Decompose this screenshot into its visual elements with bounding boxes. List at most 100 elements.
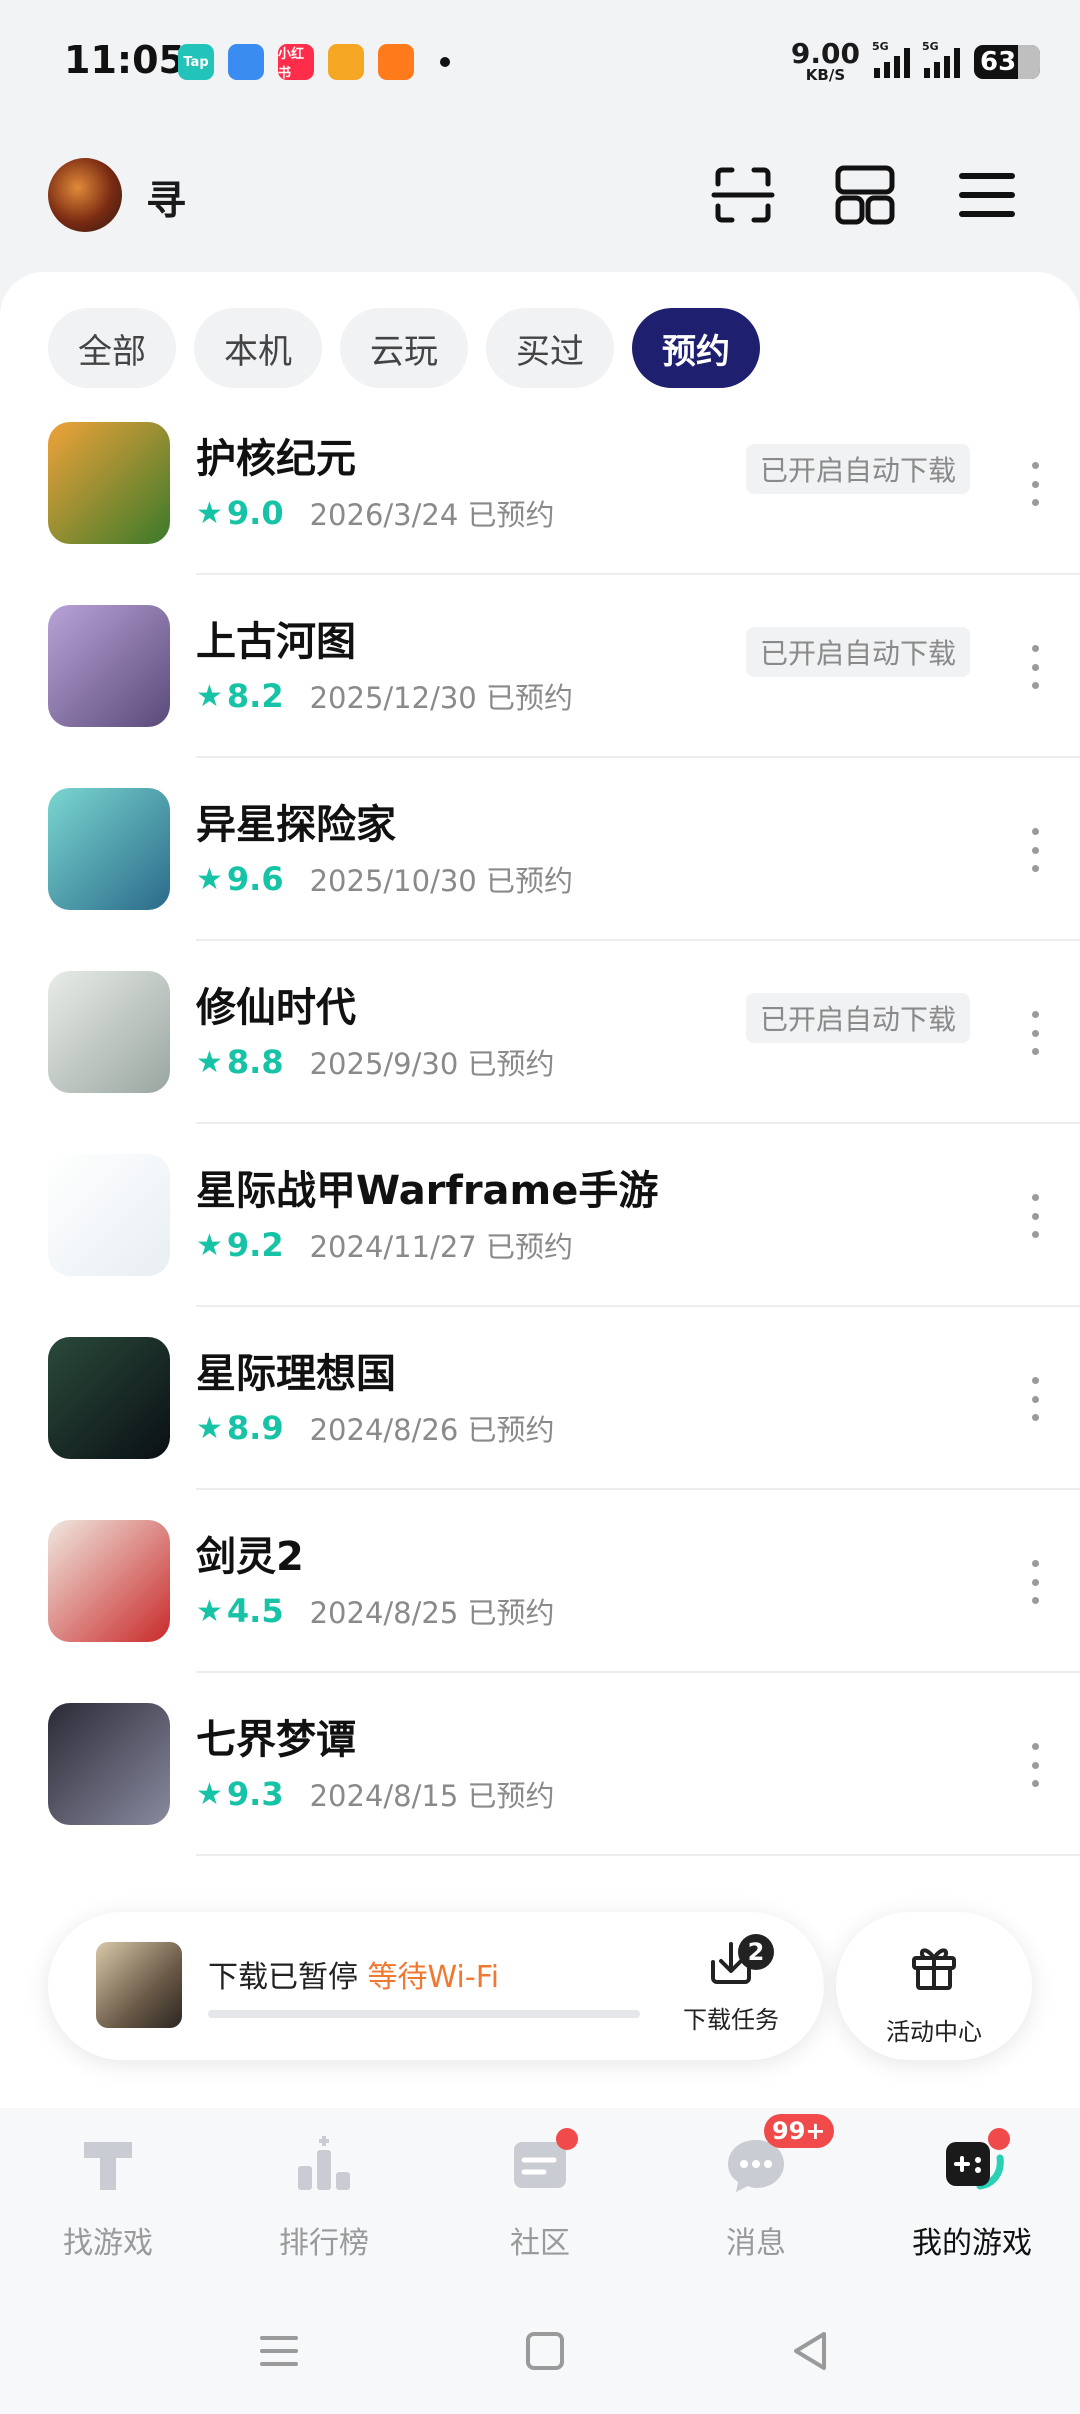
game-row[interactable]: 异星探险家 ★ 9.6 2025/10/30 已预约	[0, 758, 1080, 941]
reserve-date: 2026/3/24 已预约	[309, 498, 555, 532]
tab-1[interactable]: 本机	[194, 308, 322, 388]
more-options-icon[interactable]	[1020, 1003, 1050, 1063]
more-options-icon[interactable]	[1020, 1552, 1050, 1612]
more-options-icon[interactable]	[1020, 454, 1050, 514]
auto-download-badge: 已开启自动下载	[745, 993, 970, 1043]
nav-item-4[interactable]: 我的游戏	[864, 2128, 1080, 2278]
star-icon: ★	[196, 1227, 223, 1263]
game-row[interactable]: 七界梦谭 ★ 9.3 2024/8/15 已预约	[0, 1673, 1080, 1856]
star-icon: ★	[196, 1410, 223, 1446]
more-options-icon[interactable]	[1020, 1369, 1050, 1429]
more-options-icon[interactable]	[1020, 1735, 1050, 1795]
game-row[interactable]: 上古河图 ★ 8.2 2025/12/30 已预约 已开启自动下载	[0, 575, 1080, 758]
game-meta: ★ 8.9 2024/8/26 已预约	[196, 1407, 555, 1449]
nav-label: 排行榜	[279, 2226, 369, 2261]
home-icon[interactable]	[522, 2328, 568, 2374]
game-row[interactable]: 星际战甲Warframe手游 ★ 9.2 2024/11/27 已预约	[0, 1124, 1080, 1307]
scan-icon[interactable]	[710, 162, 776, 228]
game-icon[interactable]	[48, 605, 170, 727]
reserved-game-list: 护核纪元 ★ 9.0 2026/3/24 已预约 已开启自动下载 上古河图 ★ 8.2 2025…	[0, 422, 1080, 2082]
game-score: 9.6	[226, 860, 284, 898]
game-icon[interactable]	[48, 788, 170, 910]
game-row[interactable]: 剑灵2 ★ 4.5 2024/8/25 已预约	[0, 1490, 1080, 1673]
game-name: 修仙时代	[196, 985, 356, 1031]
filter-tabs: 全部 本机 云玩 买过 预约	[48, 308, 760, 388]
game-meta: ★ 9.3 2024/8/15 已预约	[196, 1773, 555, 1815]
nav-item-3[interactable]: 99+ 消息	[648, 2114, 864, 2278]
bottom-nav: 找游戏 排行榜 社区 99+ 消息 我的游戏	[0, 2108, 1080, 2288]
gift-icon	[912, 1948, 956, 1990]
taptap-icon: Tap	[178, 44, 214, 80]
community-icon	[504, 2128, 578, 2200]
tab-3[interactable]: 买过	[486, 308, 614, 388]
avatar[interactable]	[48, 158, 122, 232]
tab-2[interactable]: 云玩	[340, 308, 468, 388]
game-icon[interactable]	[48, 971, 170, 1093]
game-name: 七界梦谭	[196, 1717, 356, 1763]
more-options-icon[interactable]	[1020, 820, 1050, 880]
game-meta: ★ 9.6 2025/10/30 已预约	[196, 858, 573, 900]
download-status-text: 下载已暂停 等待Wi-Fi	[208, 1960, 500, 1995]
download-progress-bar	[208, 2010, 640, 2018]
recents-icon[interactable]	[256, 2328, 302, 2374]
game-score: 9.2	[226, 1226, 284, 1264]
weibo-icon	[328, 44, 364, 80]
game-meta: ★ 9.2 2024/11/27 已预约	[196, 1224, 573, 1266]
notification-icons: Tap 小红书	[178, 44, 450, 81]
nav-item-0[interactable]: 找游戏	[0, 2128, 216, 2278]
game-row[interactable]: 修仙时代 ★ 8.8 2025/9/30 已预约 已开启自动下载	[0, 941, 1080, 1124]
tab-0[interactable]: 全部	[48, 308, 176, 388]
signal-icon: 5G	[922, 40, 960, 78]
layout-icon[interactable]	[832, 162, 898, 228]
star-icon: ★	[196, 1776, 223, 1812]
nav-item-1[interactable]: 排行榜	[216, 2128, 432, 2278]
tab-4[interactable]: 预约	[632, 308, 760, 388]
more-notifications-dot	[440, 57, 450, 67]
divider	[196, 1854, 1080, 1856]
back-icon[interactable]	[788, 2328, 834, 2374]
app-icon	[378, 44, 414, 80]
download-tasks-button[interactable]: 2 下载任务	[676, 1934, 786, 2035]
auto-download-badge: 已开启自动下载	[745, 627, 970, 677]
game-name: 上古河图	[196, 619, 356, 665]
nav-item-2[interactable]: 社区	[432, 2128, 648, 2278]
reserve-date: 2025/10/30 已预约	[309, 864, 573, 898]
unread-dot	[556, 2128, 578, 2150]
game-row[interactable]: 护核纪元 ★ 9.0 2026/3/24 已预约 已开启自动下载	[0, 422, 1080, 575]
game-icon[interactable]	[48, 1520, 170, 1642]
nav-label: 消息	[726, 2226, 786, 2261]
star-icon: ★	[196, 1593, 223, 1629]
game-name: 护核纪元	[196, 436, 356, 482]
game-meta: ★ 8.2 2025/12/30 已预约	[196, 675, 573, 717]
find-game-icon	[72, 2128, 144, 2200]
game-meta: ★ 9.0 2026/3/24 已预约	[196, 492, 555, 534]
waiting-wifi-text: 等待Wi-Fi	[367, 1960, 500, 1995]
download-status-bar[interactable]: 下载已暂停 等待Wi-Fi 2 下载任务	[48, 1912, 824, 2060]
star-icon: ★	[196, 1044, 223, 1080]
game-score: 9.0	[226, 494, 284, 532]
game-score: 8.9	[226, 1409, 284, 1447]
game-icon[interactable]	[48, 422, 170, 544]
username[interactable]: 寻	[146, 168, 186, 226]
game-name: 星际理想国	[196, 1351, 396, 1397]
game-name: 星际战甲Warframe手游	[196, 1168, 659, 1214]
activity-center-button[interactable]: 活动中心	[836, 1912, 1032, 2060]
game-icon[interactable]	[48, 1703, 170, 1825]
menu-icon[interactable]	[954, 162, 1020, 228]
game-list-card: 全部 本机 云玩 买过 预约 护核纪元 ★ 9.0 2026/3/24 已预约 已开启自动下载上…	[0, 272, 1080, 2112]
more-options-icon[interactable]	[1020, 637, 1050, 697]
game-score: 9.3	[226, 1775, 284, 1813]
game-icon[interactable]	[48, 1154, 170, 1276]
game-icon[interactable]	[48, 1337, 170, 1459]
nav-label: 社区	[510, 2226, 570, 2261]
game-meta: ★ 8.8 2025/9/30 已预约	[196, 1041, 555, 1083]
star-icon: ★	[196, 495, 223, 531]
status-time: 11:05	[64, 38, 185, 82]
game-name: 剑灵2	[196, 1534, 304, 1580]
game-row[interactable]: 星际理想国 ★ 8.9 2024/8/26 已预约	[0, 1307, 1080, 1490]
my-games-icon	[936, 2128, 1010, 2200]
game-score: 4.5	[226, 1592, 284, 1630]
nav-label: 找游戏	[63, 2226, 153, 2261]
reserve-date: 2024/8/15 已预约	[309, 1779, 555, 1813]
more-options-icon[interactable]	[1020, 1186, 1050, 1246]
